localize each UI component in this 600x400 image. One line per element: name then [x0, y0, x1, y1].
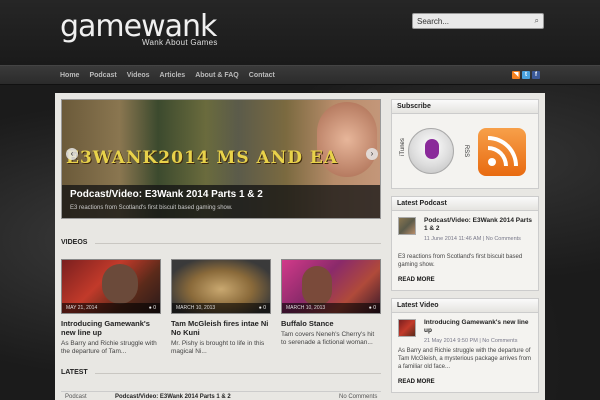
slider-prev-arrow[interactable]: ‹: [66, 148, 78, 160]
latest-video-title[interactable]: Introducing Gamewank's new line up: [424, 319, 536, 335]
nav-videos[interactable]: Videos: [127, 72, 150, 79]
rss-arc-outer: [488, 136, 518, 166]
video-title[interactable]: Buffalo Stance: [281, 319, 381, 328]
latest-row-label: Podcast: [65, 394, 87, 400]
slide-caption: Podcast/Video: E3Wank 2014 Parts 1 & 2 E…: [62, 185, 380, 218]
video-card: MARCH 10, 2013 ● 0 Tam McGleish fires in…: [171, 259, 271, 356]
latest-podcast-body: Podcast/Video: E3Wank 2014 Parts 1 & 2 1…: [392, 211, 538, 291]
main-nav-bar: Home Podcast Videos Articles About & FAQ…: [0, 65, 600, 85]
video-date: MARCH 10, 2013: [282, 303, 380, 313]
slide-art-text: E3WANK2014 MS AND EA: [66, 148, 339, 168]
main-nav: Home Podcast Videos Articles About & FAQ…: [60, 72, 285, 79]
slide-title[interactable]: Podcast/Video: E3Wank 2014 Parts 1 & 2: [70, 189, 374, 200]
rss-label: RSS: [463, 144, 470, 158]
site-tagline: Wank About Games: [142, 38, 218, 47]
social-links: ◥ t f: [512, 71, 540, 79]
itunes-icon[interactable]: [408, 128, 454, 174]
nav-home[interactable]: Home: [60, 72, 79, 79]
video-excerpt: Tam covers Neneh's Cherry's hit to seren…: [281, 331, 375, 346]
latest-row-title[interactable]: Podcast/Video: E3Wank 2014 Parts 1 & 2: [115, 394, 231, 400]
comment-count: ● 0: [258, 305, 266, 311]
video-thumbnail[interactable]: MARCH 10, 2013 ● 0: [281, 259, 381, 314]
comment-count: ● 0: [148, 305, 156, 311]
video-figure: [302, 266, 332, 306]
site-header: gamewank Wank About Games ⌕: [0, 0, 600, 65]
latest-podcast-heading: Latest Podcast: [392, 197, 538, 211]
video-excerpt: As Barry and Richie struggle with the de…: [61, 340, 157, 355]
latest-video-heading: Latest Video: [392, 299, 538, 313]
latest-row[interactable]: Podcast Podcast/Video: E3Wank 2014 Parts…: [61, 391, 381, 400]
rss-icon[interactable]: ◥: [512, 71, 520, 79]
search-icon[interactable]: ⌕: [535, 16, 539, 26]
video-card: MAY 21, 2014 ● 0 Introducing Gamewank's …: [61, 259, 161, 356]
video-excerpt: Mr. Pishy is brought to life in this mag…: [171, 340, 265, 355]
video-title[interactable]: Tam McGleish fires intae Ni No Kuni: [171, 319, 271, 337]
video-thumbnail[interactable]: MAY 21, 2014 ● 0: [61, 259, 161, 314]
podcast-thumbnail[interactable]: [398, 217, 416, 235]
facebook-icon[interactable]: f: [532, 71, 540, 79]
subscribe-heading: Subscribe: [392, 100, 538, 114]
twitter-icon[interactable]: t: [522, 71, 530, 79]
nav-contact[interactable]: Contact: [249, 72, 275, 79]
latest-video-body: Introducing Gamewank's new line up 21 Ma…: [392, 313, 538, 393]
podcast-excerpt: E3 reactions from Scotland's first biscu…: [398, 254, 523, 268]
latest-video-read-more[interactable]: READ MORE: [398, 379, 435, 385]
video-thumbnail-small[interactable]: [398, 319, 416, 337]
latest-divider: [95, 373, 381, 374]
video-date: MAY 21, 2014: [62, 303, 160, 313]
slider-next-arrow[interactable]: ›: [366, 148, 378, 160]
rss-feed-icon[interactable]: [478, 128, 526, 176]
podcast-read-more[interactable]: READ MORE: [398, 277, 435, 283]
nav-podcast[interactable]: Podcast: [89, 72, 116, 79]
content-container: E3WANK2014 MS AND EA ‹ › Podcast/Video: …: [55, 93, 545, 400]
nav-about-faq[interactable]: About & FAQ: [195, 72, 239, 79]
latest-heading: LATEST: [61, 369, 88, 376]
nav-articles[interactable]: Articles: [160, 72, 186, 79]
video-date: MARCH 10, 2013: [172, 303, 270, 313]
subscribe-body: iTunes RSS: [392, 114, 538, 189]
video-title[interactable]: Introducing Gamewank's new line up: [61, 319, 161, 337]
itunes-label: iTunes: [399, 138, 406, 156]
slide-excerpt: E3 reactions from Scotland's first biscu…: [70, 205, 233, 211]
latest-podcast-widget: Latest Podcast Podcast/Video: E3Wank 201…: [391, 196, 539, 291]
latest-video-excerpt: As Barry and Richie struggle with the de…: [398, 348, 532, 370]
videos-heading: VIDEOS: [61, 239, 88, 246]
podcast-title[interactable]: Podcast/Video: E3Wank 2014 Parts 1 & 2: [424, 217, 536, 233]
itunes-mic: [425, 139, 439, 159]
latest-video-widget: Latest Video Introducing Gamewank's new …: [391, 298, 539, 393]
latest-row-comments[interactable]: No Comments: [339, 394, 377, 400]
video-thumbnail[interactable]: MARCH 10, 2013 ● 0: [171, 259, 271, 314]
videos-divider: [95, 243, 381, 244]
video-card: MARCH 10, 2013 ● 0 Buffalo Stance Tam co…: [281, 259, 381, 347]
search-input[interactable]: [413, 14, 523, 28]
video-figure: [102, 264, 138, 304]
featured-slider[interactable]: E3WANK2014 MS AND EA ‹ › Podcast/Video: …: [61, 99, 381, 219]
search-box: ⌕: [412, 13, 544, 29]
podcast-meta: 11 June 2014 11:46 AM | No Comments: [424, 236, 521, 242]
subscribe-widget: Subscribe iTunes RSS: [391, 99, 539, 189]
comment-count: ● 0: [368, 305, 376, 311]
latest-video-meta: 21 May 2014 9:50 PM | No Comments: [424, 338, 518, 344]
